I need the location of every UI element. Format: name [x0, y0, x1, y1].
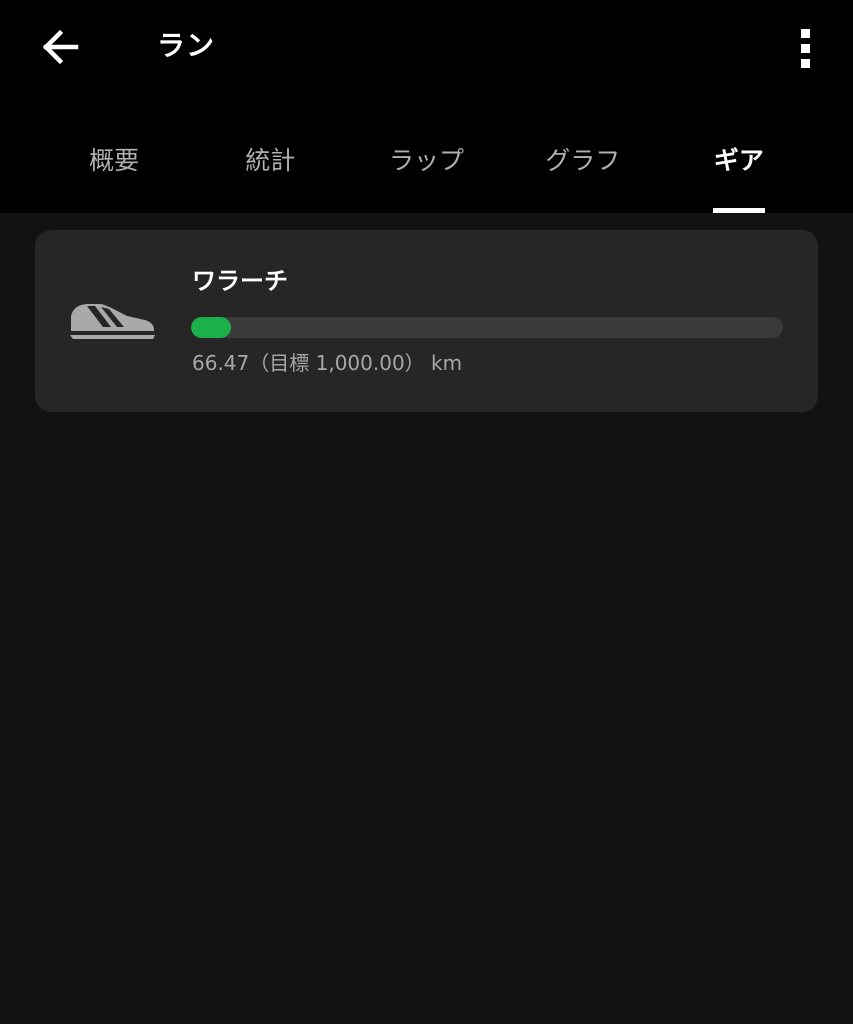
app-header: ラン 概要 統計 ラップ グラフ ギア [0, 0, 853, 213]
more-options-button[interactable] [782, 22, 828, 74]
tab-overview[interactable]: 概要 [36, 130, 192, 213]
more-vertical-icon [800, 28, 810, 38]
tab-gear[interactable]: ギア [661, 130, 817, 213]
tab-stats[interactable]: 統計 [192, 130, 348, 213]
distance-text: 66.47（目標 1,000.00） km [192, 351, 463, 375]
shoe-icon [70, 304, 155, 339]
tab-laps[interactable]: ラップ [348, 130, 504, 213]
distance-progress-fill [191, 317, 231, 338]
distance-progress-bar [191, 317, 783, 338]
page-title: ラン [157, 29, 216, 62]
tab-bar: 概要 統計 ラップ グラフ ギア [36, 130, 817, 213]
tab-graphs[interactable]: グラフ [505, 130, 661, 213]
gear-card[interactable]: ワラーチ 66.47（目標 1,000.00） km [35, 230, 818, 412]
arrow-left-icon [42, 29, 79, 65]
back-button[interactable] [30, 22, 90, 72]
app-screen: ラン 概要 統計 ラップ グラフ ギア ワラーチ 66.47（目標 1,000.… [0, 0, 853, 1024]
gear-name: ワラーチ [192, 267, 288, 295]
